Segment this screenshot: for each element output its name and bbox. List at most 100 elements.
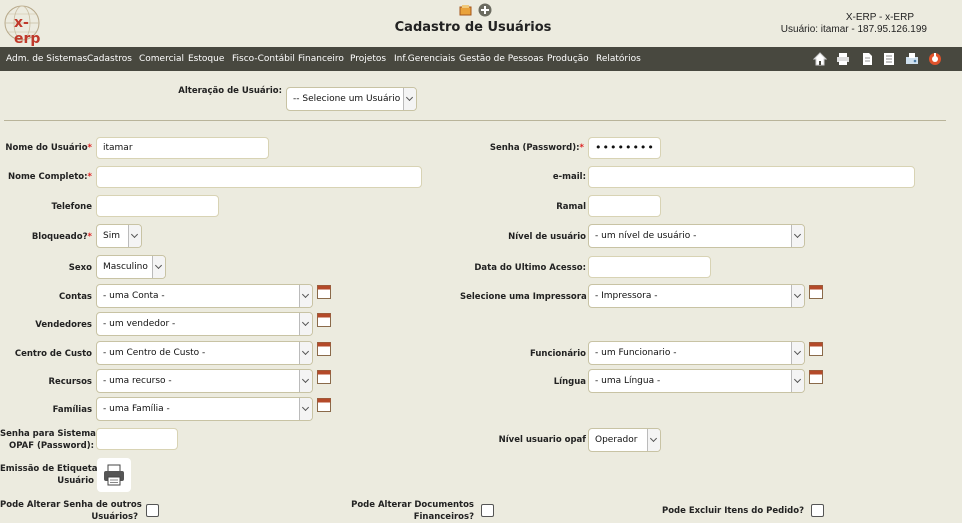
required-marker: *	[87, 143, 92, 153]
sexo-value: Masculino	[103, 262, 148, 272]
familias-label: Famílias	[52, 405, 92, 415]
nome-completo-label: Nome Completo:*	[8, 172, 92, 182]
calendar-icon[interactable]	[809, 285, 823, 299]
chevron-down-icon	[299, 285, 312, 307]
senha-opaf-label: Senha para Sistema OPAF (Password):	[0, 429, 96, 451]
vendedores-label: Vendedores	[35, 320, 92, 330]
chevron-down-icon	[791, 225, 804, 247]
menu-item-producao[interactable]: Produção	[547, 54, 589, 64]
nivel-usuario-select[interactable]: - um nível de usuário -	[588, 224, 805, 248]
menu-item-adm-sistemas[interactable]: Adm. de Sistemas	[6, 54, 87, 64]
menu-item-inf-gerenciais[interactable]: Inf.Gerenciais	[394, 54, 455, 64]
impressora-label: Selecione uma Impressora	[460, 292, 587, 302]
data-ultimo-acesso-input[interactable]	[588, 256, 711, 278]
sexo-select[interactable]: Masculino	[96, 255, 166, 279]
lingua-select[interactable]: - uma Língua -	[588, 369, 805, 393]
calendar-icon[interactable]	[317, 370, 331, 384]
logout-icon[interactable]	[928, 52, 942, 66]
sexo-label: Sexo	[68, 263, 92, 273]
pode-excluir-itens-label: Pode Excluir Itens do Pedido?	[661, 506, 804, 516]
bloqueado-label: Bloqueado?*	[31, 232, 92, 242]
nome-usuario-input[interactable]: itamar	[96, 137, 269, 159]
menu-item-comercial[interactable]: Comercial	[139, 54, 184, 64]
main-menubar: Adm. de Sistemas Cadastros Comercial Est…	[0, 47, 962, 71]
menu-item-relatorios[interactable]: Relatórios	[596, 54, 641, 64]
chevron-down-icon	[791, 342, 804, 364]
chevron-down-icon	[791, 285, 804, 307]
chevron-down-icon	[403, 88, 416, 110]
funcionario-value: - um Funcionario -	[595, 348, 677, 358]
chevron-down-icon	[299, 370, 312, 392]
pode-alterar-senha-checkbox[interactable]	[146, 504, 159, 517]
impressora-value: - Impressora -	[595, 291, 658, 301]
email-label: e-mail:	[552, 172, 586, 182]
menu-item-fisco-contabil[interactable]: Fisco-Contábil	[232, 54, 295, 64]
chevron-down-icon	[791, 370, 804, 392]
calendar-icon[interactable]	[809, 370, 823, 384]
data-ultimo-acesso-label: Data do Ultimo Acesso:	[474, 263, 586, 273]
bloqueado-select[interactable]: Sim	[96, 224, 142, 248]
required-marker: *	[87, 172, 92, 182]
nivel-opaf-label: Nível usuario opaf	[498, 435, 586, 445]
calendar-icon[interactable]	[317, 313, 331, 327]
menu-item-cadastros[interactable]: Cadastros	[87, 54, 132, 64]
home-icon[interactable]	[812, 52, 828, 66]
recursos-select[interactable]: - uma recurso -	[96, 369, 313, 393]
vendedores-select[interactable]: - um vendedor -	[96, 312, 313, 336]
menu-item-financeiro[interactable]: Financeiro	[298, 54, 344, 64]
menu-item-estoque[interactable]: Estoque	[188, 54, 224, 64]
email-input[interactable]	[588, 166, 915, 188]
nivel-opaf-select[interactable]: Operador	[588, 428, 661, 452]
centro-custo-select[interactable]: - um Centro de Custo -	[96, 341, 313, 365]
lingua-label: Língua	[553, 377, 586, 387]
ramal-label: Ramal	[556, 202, 586, 212]
menu-item-gestao-pessoas[interactable]: Gestão de Pessoas	[459, 54, 543, 64]
calendar-icon[interactable]	[317, 398, 331, 412]
recursos-label: Recursos	[48, 377, 92, 387]
pode-alterar-docs-label: Pode Alterar Documentos Financeiros?	[351, 500, 474, 522]
pode-excluir-itens-checkbox[interactable]	[811, 504, 824, 517]
user-info: Usuário: itamar - 187.95.126.199	[780, 24, 927, 35]
centro-custo-value: - um Centro de Custo -	[103, 348, 206, 358]
document-icon[interactable]	[860, 52, 874, 66]
familias-value: - uma Família -	[103, 404, 170, 414]
module-icon[interactable]	[459, 3, 473, 17]
lingua-value: - uma Língua -	[595, 376, 661, 386]
ramal-input[interactable]	[588, 195, 661, 217]
printer-icon	[104, 464, 124, 486]
nome-completo-input[interactable]	[96, 166, 422, 188]
impressora-select[interactable]: - Impressora -	[588, 284, 805, 308]
title-icons	[459, 3, 494, 17]
centro-custo-label: Centro de Custo	[14, 349, 92, 359]
etiqueta-label: Emissão de Etiqueta de Usuário	[0, 464, 113, 486]
print-icon[interactable]	[836, 52, 850, 66]
user-select-label: Alteração de Usuário:	[178, 86, 282, 96]
contas-value: - uma Conta -	[103, 291, 165, 301]
user-select-dropdown[interactable]: -- Selecione um Usuário --	[286, 87, 417, 111]
required-marker: *	[87, 232, 92, 242]
printer-button[interactable]	[97, 458, 131, 492]
page-header: x-erp Cadastro de Usuários X-ERP - x-ERP…	[0, 0, 962, 47]
telefone-input[interactable]	[96, 195, 219, 217]
familias-select[interactable]: - uma Família -	[96, 397, 313, 421]
pode-alterar-docs-checkbox[interactable]	[481, 504, 494, 517]
nome-usuario-label: Nome do Usuário*	[5, 143, 92, 153]
contas-select[interactable]: - uma Conta -	[96, 284, 313, 308]
nivel-usuario-value: - um nível de usuário -	[595, 231, 697, 241]
add-icon[interactable]	[478, 3, 492, 17]
senha-label: Senha (Password):*	[489, 143, 584, 153]
chevron-down-icon	[299, 313, 312, 335]
vendedores-value: - um vendedor -	[103, 319, 176, 329]
calendar-icon[interactable]	[809, 342, 823, 356]
chevron-down-icon	[299, 342, 312, 364]
menu-item-projetos[interactable]: Projetos	[350, 54, 386, 64]
calendar-icon[interactable]	[317, 285, 331, 299]
user-select-value: -- Selecione um Usuário --	[293, 94, 410, 104]
fax-icon[interactable]	[905, 52, 919, 66]
nivel-usuario-label: Nível de usuário	[508, 232, 586, 242]
notes-icon[interactable]	[882, 52, 896, 66]
calendar-icon[interactable]	[317, 342, 331, 356]
senha-opaf-input[interactable]	[96, 428, 178, 450]
senha-input[interactable]: ••••••••	[588, 137, 661, 159]
funcionario-select[interactable]: - um Funcionario -	[588, 341, 805, 365]
